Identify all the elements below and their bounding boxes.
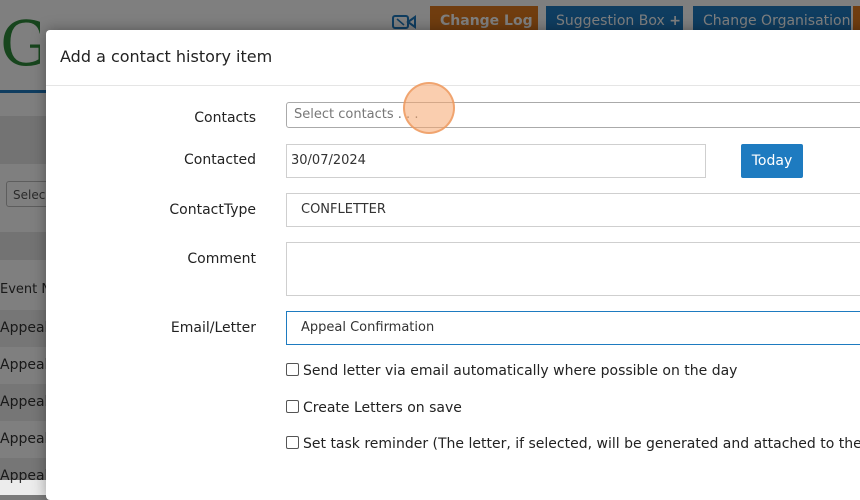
contacted-date-input[interactable]: 30/07/2024 [286, 144, 706, 178]
contacts-select[interactable]: Select contacts . . . [286, 102, 860, 128]
comment-label: Comment [187, 251, 256, 267]
contact-type-label: ContactType [169, 202, 256, 218]
send-letter-email-label: Send letter via email automatically wher… [303, 363, 738, 379]
cursor-highlight [403, 82, 455, 134]
create-letters-label: Create Letters on save [303, 400, 462, 416]
create-letters-option[interactable]: Create Letters on save [286, 400, 462, 416]
modal-title: Add a contact history item [60, 47, 273, 66]
task-reminder-label: Set task reminder (The letter, if select… [303, 436, 860, 452]
send-letter-email-checkbox[interactable] [286, 363, 299, 376]
task-reminder-option[interactable]: Set task reminder (The letter, if select… [286, 436, 860, 452]
contact-type-select[interactable]: CONFLETTER [286, 193, 860, 227]
email-letter-label: Email/Letter [170, 320, 256, 336]
email-letter-select[interactable]: Appeal Confirmation [286, 311, 860, 345]
send-letter-email-option[interactable]: Send letter via email automatically wher… [286, 363, 737, 379]
task-reminder-checkbox[interactable] [286, 436, 299, 449]
comment-textarea[interactable] [286, 242, 860, 296]
contacted-label: Contacted [184, 152, 256, 168]
today-button[interactable]: Today [741, 144, 803, 178]
create-letters-checkbox[interactable] [286, 400, 299, 413]
modal-header: Add a contact history item [46, 30, 860, 86]
contacts-label: Contacts [194, 110, 256, 126]
